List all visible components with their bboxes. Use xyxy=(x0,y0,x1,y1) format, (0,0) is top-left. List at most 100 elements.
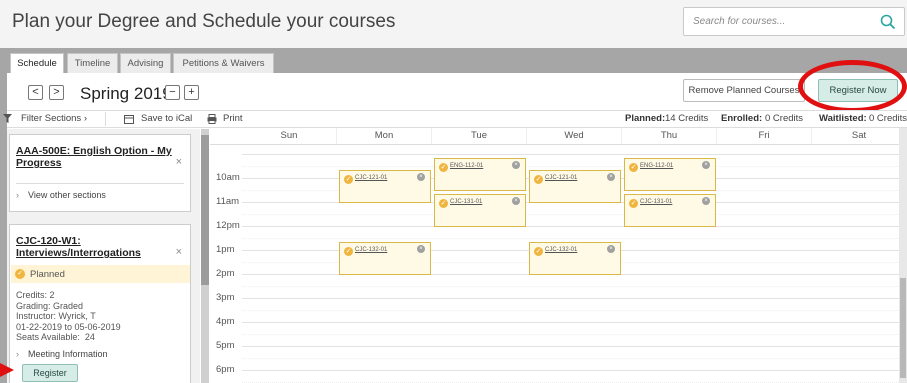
search-icon[interactable] xyxy=(879,13,897,31)
event-code[interactable]: CJC-121-01 xyxy=(545,175,577,181)
close-icon[interactable]: × xyxy=(176,156,182,168)
check-icon: ✓ xyxy=(629,163,638,172)
save-to-ical-link[interactable]: Save to iCal xyxy=(141,113,192,124)
sidebar-scrollbar[interactable] xyxy=(201,129,209,383)
check-icon: ✓ xyxy=(15,269,25,279)
calendar-event[interactable]: ✓ ENG-112-01 × xyxy=(624,158,716,191)
calendar-event[interactable]: ✓ CJC-121-01 × xyxy=(529,170,621,203)
check-icon: ✓ xyxy=(534,247,543,256)
half-hour-line xyxy=(242,238,907,239)
time-label: 10am xyxy=(216,172,240,183)
day-header-mon: Mon xyxy=(337,128,432,144)
planned-status-bar: ✓ Planned xyxy=(11,265,190,283)
day-header-fri: Fri xyxy=(717,128,812,144)
check-icon: ✓ xyxy=(344,175,353,184)
half-hour-line xyxy=(242,334,907,335)
remove-circle-icon[interactable]: × xyxy=(512,161,520,169)
tab-petitions-waivers[interactable]: Petitions & Waivers xyxy=(173,53,274,73)
time-label: 1pm xyxy=(216,244,235,255)
day-header-sun: Sun xyxy=(242,128,337,144)
search-placeholder: Search for courses... xyxy=(693,16,786,27)
arrow-right-icon xyxy=(0,363,14,377)
waitlisted-credits: 0 Credits xyxy=(869,113,907,124)
dates-text: 01-22-2019 to 05-06-2019 xyxy=(16,321,121,332)
event-code[interactable]: CJC-131-01 xyxy=(450,199,482,205)
calendar-scrollbar[interactable] xyxy=(899,128,907,383)
close-icon[interactable]: × xyxy=(176,246,182,258)
time-label: 2pm xyxy=(216,268,235,279)
filter-icon[interactable] xyxy=(3,114,12,123)
event-code[interactable]: ENG-112-01 xyxy=(640,163,673,169)
event-code[interactable]: ENG-112-01 xyxy=(450,163,483,169)
tab-timeline[interactable]: Timeline xyxy=(67,53,118,73)
event-code[interactable]: CJC-121-01 xyxy=(355,175,387,181)
instructor-text: Instructor: Wyrick, T xyxy=(16,311,96,321)
check-icon: ✓ xyxy=(629,199,638,208)
meeting-information-link[interactable]: Meeting Information xyxy=(28,349,108,359)
filter-sections-link[interactable]: Filter Sections › xyxy=(21,113,87,124)
calendar-grid: Sun Mon Tue Wed Thu Fri Sat 10am 11am 12… xyxy=(210,128,907,383)
calendar-event[interactable]: ✓ CJC-132-01 × xyxy=(529,242,621,275)
time-label: 4pm xyxy=(216,316,235,327)
event-code[interactable]: CJC-131-01 xyxy=(640,199,672,205)
tab-advising[interactable]: Advising xyxy=(120,53,171,73)
grading-text: Grading: Graded xyxy=(16,300,84,311)
course-card-cjc-120: CJC-120-W1: Interviews/Interrogations × … xyxy=(9,224,191,383)
register-button[interactable]: Register xyxy=(22,364,78,382)
hour-line xyxy=(242,346,907,347)
course-title[interactable]: AAA-500E: English Option - My Progress xyxy=(16,145,176,169)
time-label: 12pm xyxy=(216,220,240,231)
remove-circle-icon[interactable]: × xyxy=(607,173,615,181)
check-icon: ✓ xyxy=(439,163,448,172)
toolbar-divider xyxy=(105,112,106,126)
calendar-event[interactable]: ✓ CJC-131-01 × xyxy=(434,194,526,227)
planned-label: Planned: xyxy=(625,113,666,124)
time-label: 6pm xyxy=(216,364,235,375)
enrolled-label: Enrolled: xyxy=(721,113,763,124)
event-code[interactable]: CJC-132-01 xyxy=(355,247,387,253)
credits-text: Credits: 2 xyxy=(16,290,55,300)
half-hour-line xyxy=(242,358,907,359)
event-code[interactable]: CJC-132-01 xyxy=(545,247,577,253)
day-header-sat: Sat xyxy=(812,128,907,144)
calendar-event[interactable]: ✓ CJC-132-01 × xyxy=(339,242,431,275)
remove-planned-courses-button[interactable]: Remove Planned Courses xyxy=(683,79,805,102)
calendar-event[interactable]: ✓ CJC-121-01 × xyxy=(339,170,431,203)
remove-circle-icon[interactable]: × xyxy=(702,197,710,205)
print-link[interactable]: Print xyxy=(223,113,243,124)
tab-schedule[interactable]: Schedule xyxy=(10,53,64,75)
page-title: Plan your Degree and Schedule your cours… xyxy=(12,11,396,32)
course-title[interactable]: CJC-120-W1: Interviews/Interrogations xyxy=(16,235,176,259)
annotation-circle xyxy=(798,60,907,113)
header-divider xyxy=(210,144,907,145)
calendar-scrollbar-thumb[interactable] xyxy=(900,278,906,378)
view-other-sections-link[interactable]: View other sections xyxy=(28,190,106,200)
sidebar-scrollbar-thumb[interactable] xyxy=(201,135,209,285)
calendar-icon[interactable] xyxy=(124,114,134,124)
day-header-thu: Thu xyxy=(622,128,717,144)
half-hour-line xyxy=(242,310,907,311)
day-header-wed: Wed xyxy=(527,128,622,144)
add-term-button[interactable]: + xyxy=(184,85,199,100)
term-label: Spring 2019 xyxy=(80,84,172,103)
check-icon: ✓ xyxy=(344,247,353,256)
calendar-event[interactable]: ✓ CJC-131-01 × xyxy=(624,194,716,227)
remove-circle-icon[interactable]: × xyxy=(417,245,425,253)
search-input[interactable]: Search for courses... xyxy=(683,7,905,36)
remove-term-button[interactable]: − xyxy=(165,85,180,100)
next-term-button[interactable]: > xyxy=(49,85,64,100)
check-icon: ✓ xyxy=(534,175,543,184)
print-icon[interactable] xyxy=(207,114,217,124)
half-hour-line xyxy=(242,214,907,215)
chevron-right-icon: › xyxy=(16,190,19,200)
course-card-aaa-500e: AAA-500E: English Option - My Progress ×… xyxy=(9,134,191,212)
course-details: Credits: 2 Grading: Graded Instructor: W… xyxy=(16,290,121,343)
remove-circle-icon[interactable]: × xyxy=(702,161,710,169)
remove-circle-icon[interactable]: × xyxy=(417,173,425,181)
remove-circle-icon[interactable]: × xyxy=(607,245,615,253)
prev-term-button[interactable]: < xyxy=(28,85,43,100)
calendar-event[interactable]: ✓ ENG-112-01 × xyxy=(434,158,526,191)
time-label: 11am xyxy=(216,196,240,207)
remove-circle-icon[interactable]: × xyxy=(512,197,520,205)
hour-line xyxy=(242,226,907,227)
